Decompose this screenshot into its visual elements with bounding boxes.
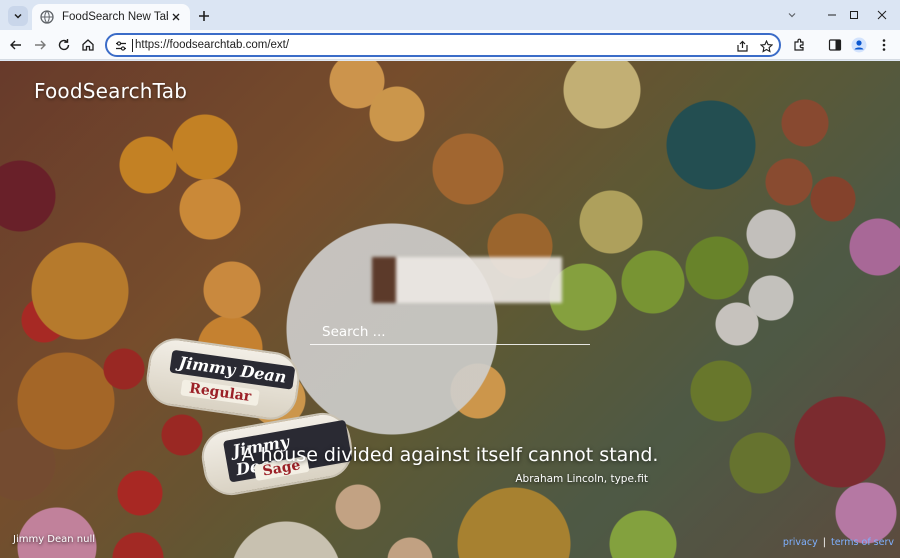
tab-foodsearch[interactable]: FoodSearch New Tab bbox=[32, 4, 190, 30]
address-bar[interactable]: https://foodsearchtab.com/ext/ bbox=[105, 33, 781, 57]
minimize-button[interactable] bbox=[772, 0, 812, 30]
blurred-overlay-edge bbox=[372, 257, 396, 303]
tab-title: FoodSearch New Tab bbox=[62, 11, 168, 23]
search-input[interactable] bbox=[310, 313, 590, 345]
window-close-icon[interactable] bbox=[862, 0, 900, 30]
footer-links: privacy | terms of serv bbox=[783, 537, 894, 548]
close-icon[interactable] bbox=[168, 9, 184, 25]
profile-icon[interactable] bbox=[849, 35, 869, 55]
quote-text: A house divided against itself cannot st… bbox=[241, 444, 659, 466]
blurred-overlay bbox=[372, 257, 562, 303]
photo-credit[interactable]: Jimmy Dean null bbox=[13, 534, 95, 545]
quote-source: Abraham Lincoln, type.fit bbox=[515, 473, 648, 485]
plus-icon bbox=[199, 11, 209, 21]
site-settings-icon[interactable] bbox=[113, 38, 129, 54]
search-box bbox=[310, 313, 590, 347]
new-tab-button[interactable] bbox=[194, 6, 214, 26]
star-icon[interactable] bbox=[757, 37, 775, 55]
text-caret bbox=[132, 39, 133, 52]
extensions-icon[interactable] bbox=[789, 35, 809, 55]
url-text: https://foodsearchtab.com/ext/ bbox=[135, 39, 290, 51]
globe-icon bbox=[40, 10, 54, 24]
terms-link[interactable]: terms of serv bbox=[831, 537, 894, 548]
share-icon[interactable] bbox=[733, 37, 751, 55]
chevron-down-icon bbox=[788, 13, 796, 18]
sidepanel-icon[interactable] bbox=[825, 35, 845, 55]
new-tab-page: Jimmy Dean Regular Jimmy Dean Sage FoodS… bbox=[0, 61, 900, 558]
reload-icon[interactable] bbox=[54, 35, 74, 55]
site-logo[interactable]: FoodSearchTab bbox=[34, 79, 187, 103]
tab-list-button[interactable] bbox=[8, 6, 28, 26]
privacy-link[interactable]: privacy bbox=[783, 537, 818, 548]
sausage-package-regular: Jimmy Dean Regular bbox=[143, 334, 303, 424]
footer-separator: | bbox=[822, 537, 826, 548]
chevron-down-icon bbox=[14, 13, 22, 19]
home-icon[interactable] bbox=[78, 35, 98, 55]
browser-toolbar: https://foodsearchtab.com/ext/ bbox=[0, 30, 900, 60]
back-icon[interactable] bbox=[6, 35, 26, 55]
tab-strip: FoodSearch New Tab bbox=[0, 0, 900, 30]
menu-icon[interactable] bbox=[874, 35, 894, 55]
forward-icon[interactable] bbox=[30, 35, 50, 55]
